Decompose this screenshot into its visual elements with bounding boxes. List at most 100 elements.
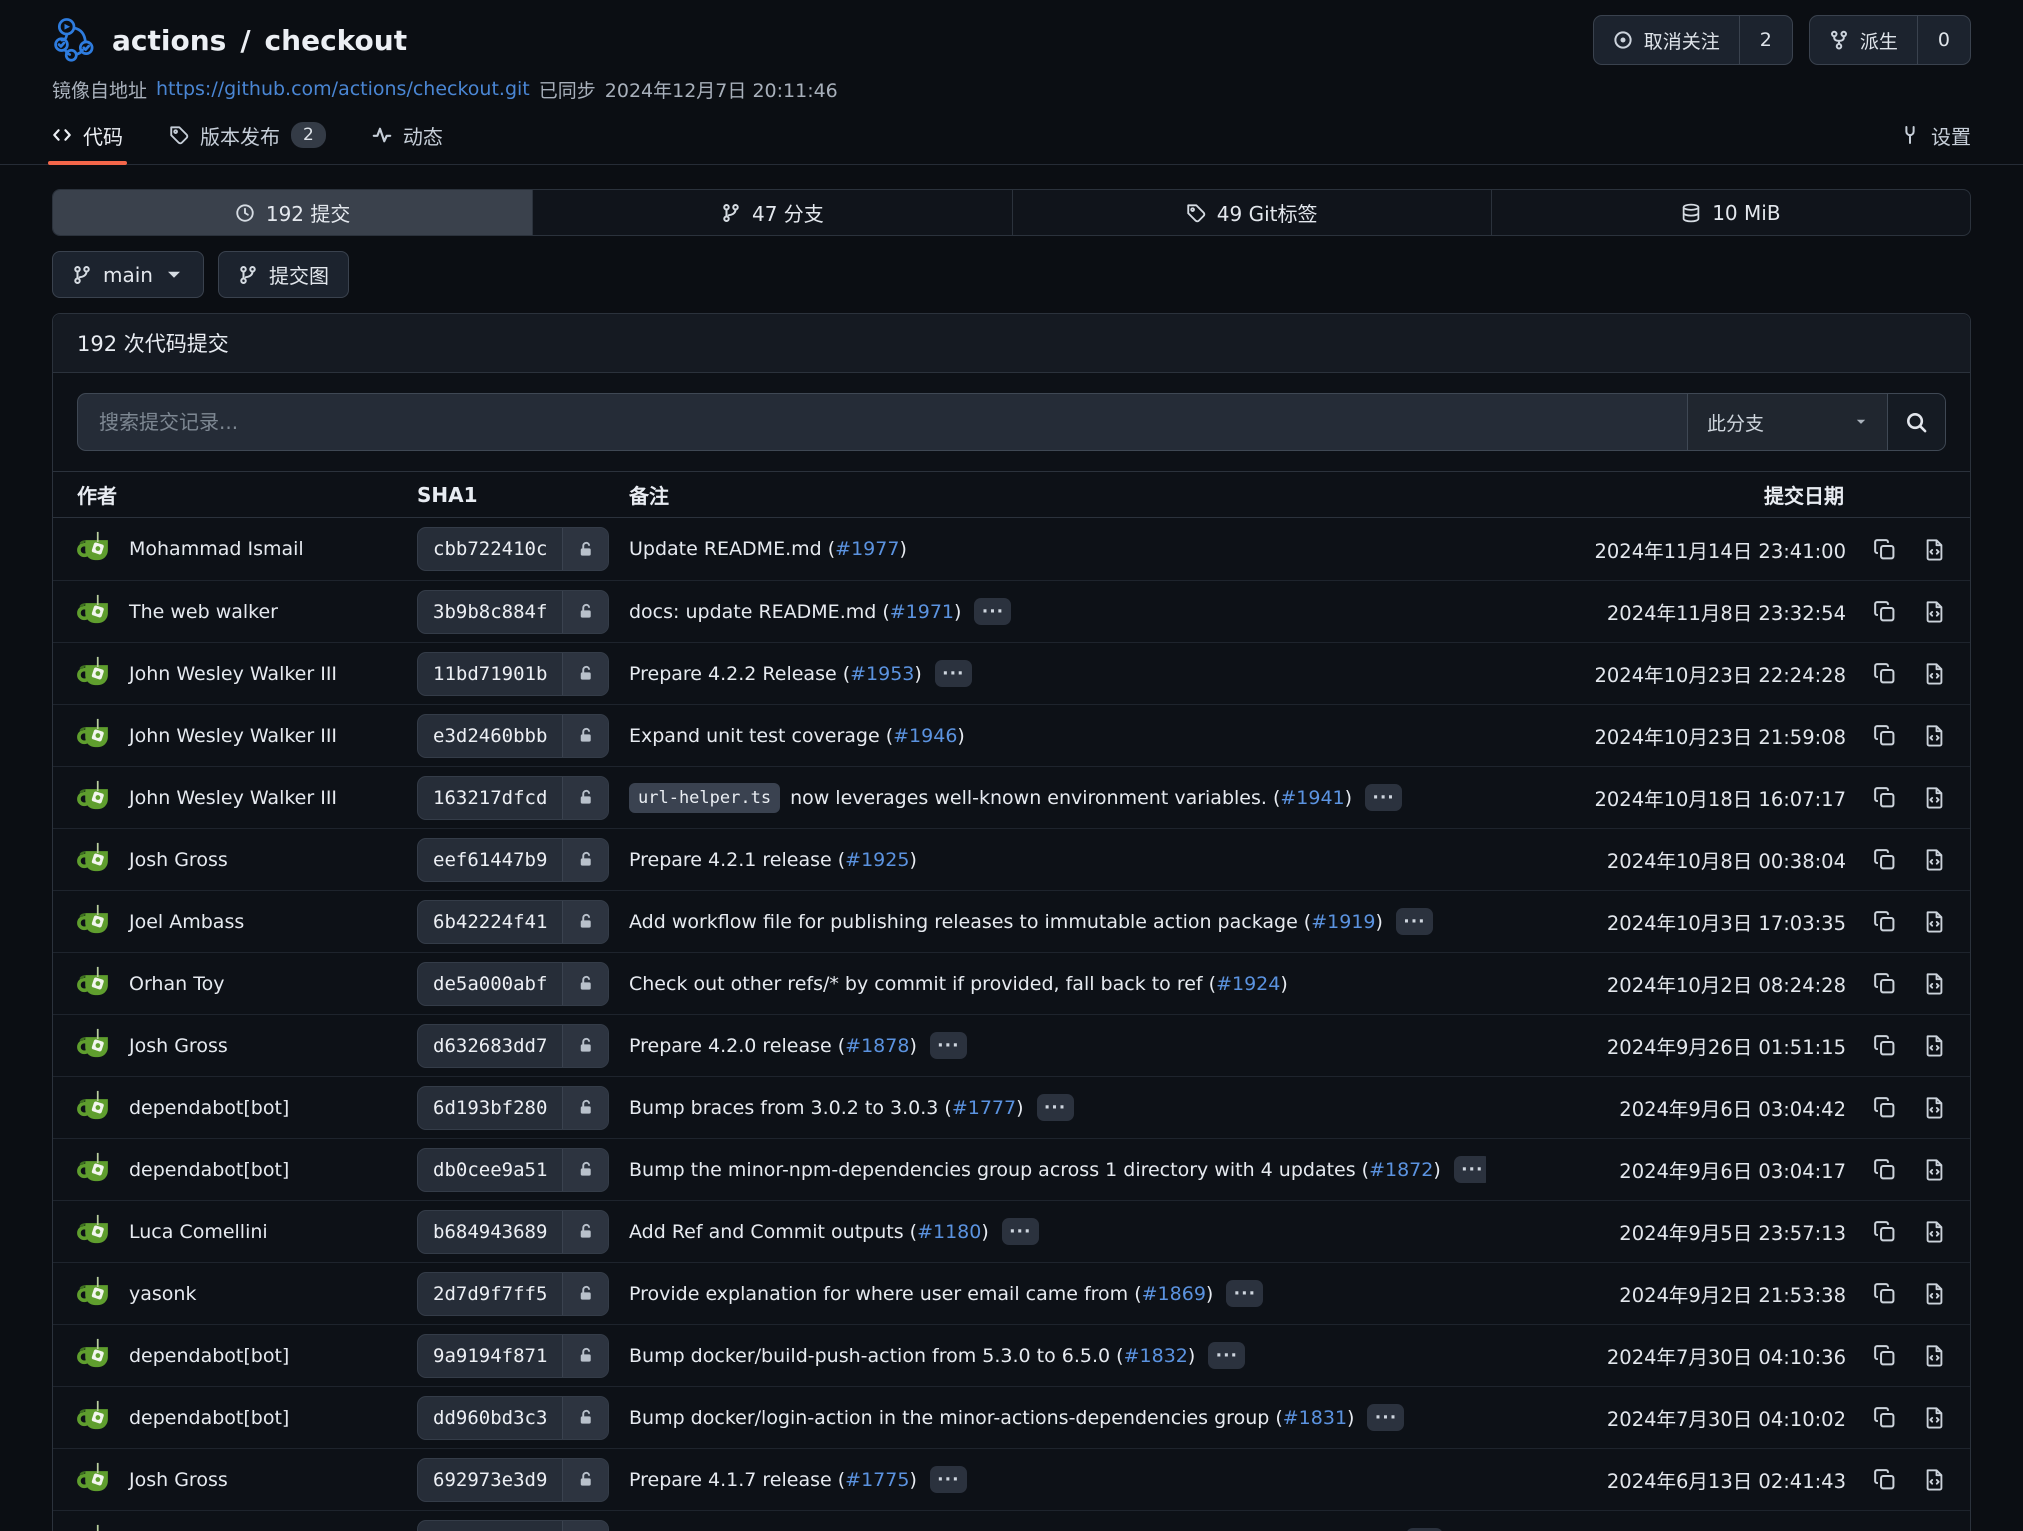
stat-tags[interactable]: 49 Git标签 [1012, 190, 1491, 235]
commit-message-link[interactable]: Update README.md ( [629, 538, 835, 560]
expand-commit-message-button[interactable]: ··· [1208, 1342, 1245, 1369]
commit-sha-button[interactable]: cbb722410c [417, 527, 609, 571]
commit-author-link[interactable]: dependabot[bot] [129, 1407, 289, 1429]
issue-link[interactable]: #1180 [917, 1221, 981, 1243]
commit-sha-button[interactable]: d632683dd7 [417, 1024, 609, 1068]
browse-source-button[interactable] [1923, 848, 1946, 871]
unwatch-button[interactable]: 取消关注 [1594, 16, 1739, 64]
copy-sha-button[interactable] [1873, 724, 1896, 747]
commit-message-link[interactable]: Provide explanation for where user email… [629, 1283, 1142, 1305]
expand-commit-message-button[interactable]: ··· [930, 1466, 967, 1493]
browse-source-button[interactable] [1923, 662, 1946, 685]
copy-sha-button[interactable] [1873, 600, 1896, 623]
commit-message-link[interactable]: Prepare 4.2.1 release ( [629, 849, 845, 871]
issue-link[interactable]: #1925 [845, 849, 909, 871]
commit-author-link[interactable]: Josh Gross [129, 1035, 228, 1057]
copy-sha-button[interactable] [1873, 1158, 1896, 1181]
browse-source-button[interactable] [1923, 1096, 1946, 1119]
search-button[interactable] [1887, 394, 1945, 450]
browse-source-button[interactable] [1923, 786, 1946, 809]
commit-message-link[interactable]: Bump braces from 3.0.2 to 3.0.3 ( [629, 1097, 952, 1119]
copy-sha-button[interactable] [1873, 1282, 1896, 1305]
expand-commit-message-button[interactable]: ··· [1454, 1156, 1486, 1183]
expand-commit-message-button[interactable]: ··· [1365, 784, 1402, 811]
issue-link[interactable]: #1878 [845, 1035, 909, 1057]
commit-author-link[interactable]: John Wesley Walker III [129, 725, 337, 747]
commit-author-link[interactable]: Joel Ambass [129, 911, 244, 933]
issue-link[interactable]: #1953 [850, 663, 914, 685]
expand-commit-message-button[interactable]: ··· [935, 660, 972, 687]
commit-author-link[interactable]: dependabot[bot] [129, 1097, 289, 1119]
copy-sha-button[interactable] [1873, 910, 1896, 933]
repo-owner-link[interactable]: actions [112, 24, 226, 57]
commit-sha-button[interactable]: de5a000abf [417, 962, 609, 1006]
browse-source-button[interactable] [1923, 1468, 1946, 1491]
commit-sha-button[interactable]: b684943689 [417, 1210, 609, 1254]
issue-link[interactable]: #1977 [835, 538, 899, 560]
commit-author-link[interactable]: Josh Gross [129, 849, 228, 871]
copy-sha-button[interactable] [1873, 538, 1896, 561]
commit-sha-button[interactable]: eef61447b9 [417, 838, 609, 882]
commit-sha-button[interactable]: dd960bd3c3 [417, 1396, 609, 1440]
browse-source-button[interactable] [1923, 1282, 1946, 1305]
copy-sha-button[interactable] [1873, 972, 1896, 995]
issue-link[interactable]: #1924 [1216, 973, 1280, 995]
branch-filter-select[interactable]: 此分支 [1687, 394, 1887, 450]
commit-author-link[interactable]: John Wesley Walker III [129, 663, 337, 685]
commit-message-link[interactable]: Bump docker/build-push-action from 5.3.0… [629, 1345, 1124, 1367]
issue-link[interactable]: #1946 [893, 725, 957, 747]
search-input[interactable] [78, 394, 1687, 450]
browse-source-button[interactable] [1923, 1158, 1946, 1181]
issue-link[interactable]: #1919 [1311, 911, 1375, 933]
browse-source-button[interactable] [1923, 1406, 1946, 1429]
stat-branches[interactable]: 47 分支 [532, 190, 1011, 235]
copy-sha-button[interactable] [1873, 1034, 1896, 1057]
copy-sha-button[interactable] [1873, 1406, 1896, 1429]
copy-sha-button[interactable] [1873, 1468, 1896, 1491]
commit-sha-button[interactable]: 11bd71901b [417, 652, 609, 696]
browse-source-button[interactable] [1923, 1034, 1946, 1057]
commit-sha-button[interactable]: db0cee9a51 [417, 1148, 609, 1192]
commit-sha-button[interactable]: 692973e3d9 [417, 1458, 609, 1502]
commit-message-link[interactable]: Expand unit test coverage ( [629, 725, 893, 747]
copy-sha-button[interactable] [1873, 1344, 1896, 1367]
commit-author-link[interactable]: dependabot[bot] [129, 1345, 289, 1367]
commit-author-link[interactable]: yasonk [129, 1283, 196, 1305]
commit-message-link[interactable]: Prepare 4.1.7 release ( [629, 1469, 845, 1491]
issue-link[interactable]: #1872 [1369, 1159, 1433, 1181]
tab-settings[interactable]: 设置 [1900, 106, 1971, 164]
expand-commit-message-button[interactable]: ··· [1002, 1218, 1039, 1245]
issue-link[interactable]: #1869 [1142, 1283, 1206, 1305]
commit-message-link[interactable]: Bump the minor-npm-dependencies group ac… [629, 1159, 1369, 1181]
tab-releases[interactable]: 版本发布 2 [169, 106, 326, 164]
stat-commits[interactable]: 192 提交 [53, 190, 532, 235]
commit-author-link[interactable]: Josh Gross [129, 1469, 228, 1491]
tab-code[interactable]: 代码 [52, 106, 123, 164]
commit-author-link[interactable]: The web walker [129, 601, 278, 623]
commit-message-link[interactable]: Add Ref and Commit outputs ( [629, 1221, 917, 1243]
issue-link[interactable]: #1831 [1283, 1407, 1347, 1429]
copy-sha-button[interactable] [1873, 786, 1896, 809]
browse-source-button[interactable] [1923, 1220, 1946, 1243]
commit-author-link[interactable]: Luca Comellini [129, 1221, 268, 1243]
commit-message-link[interactable]: Check out other refs/* by commit if prov… [629, 973, 1216, 995]
issue-link[interactable]: #1775 [845, 1469, 909, 1491]
commit-sha-button[interactable]: 9a9194f871 [417, 1334, 609, 1378]
commit-author-link[interactable]: Orhan Toy [129, 973, 224, 995]
browse-source-button[interactable] [1923, 724, 1946, 747]
expand-commit-message-button[interactable]: ··· [1226, 1280, 1263, 1307]
expand-commit-message-button[interactable]: ··· [930, 1032, 967, 1059]
issue-link[interactable]: #1971 [890, 601, 954, 623]
mirror-url-link[interactable]: https://github.com/actions/checkout.git [156, 78, 530, 100]
expand-commit-message-button[interactable]: ··· [1367, 1404, 1404, 1431]
commit-sha-button[interactable]: e3d2460bbb [417, 714, 609, 758]
browse-source-button[interactable] [1923, 910, 1946, 933]
fork-button[interactable]: 派生 [1810, 16, 1917, 64]
commit-sha-button[interactable]: 3b9b8c884f [417, 590, 609, 634]
copy-sha-button[interactable] [1873, 848, 1896, 871]
copy-sha-button[interactable] [1873, 662, 1896, 685]
expand-commit-message-button[interactable]: ··· [1396, 908, 1433, 935]
browse-source-button[interactable] [1923, 1344, 1946, 1367]
forks-count[interactable]: 0 [1917, 16, 1970, 64]
watchers-count[interactable]: 2 [1739, 16, 1792, 64]
